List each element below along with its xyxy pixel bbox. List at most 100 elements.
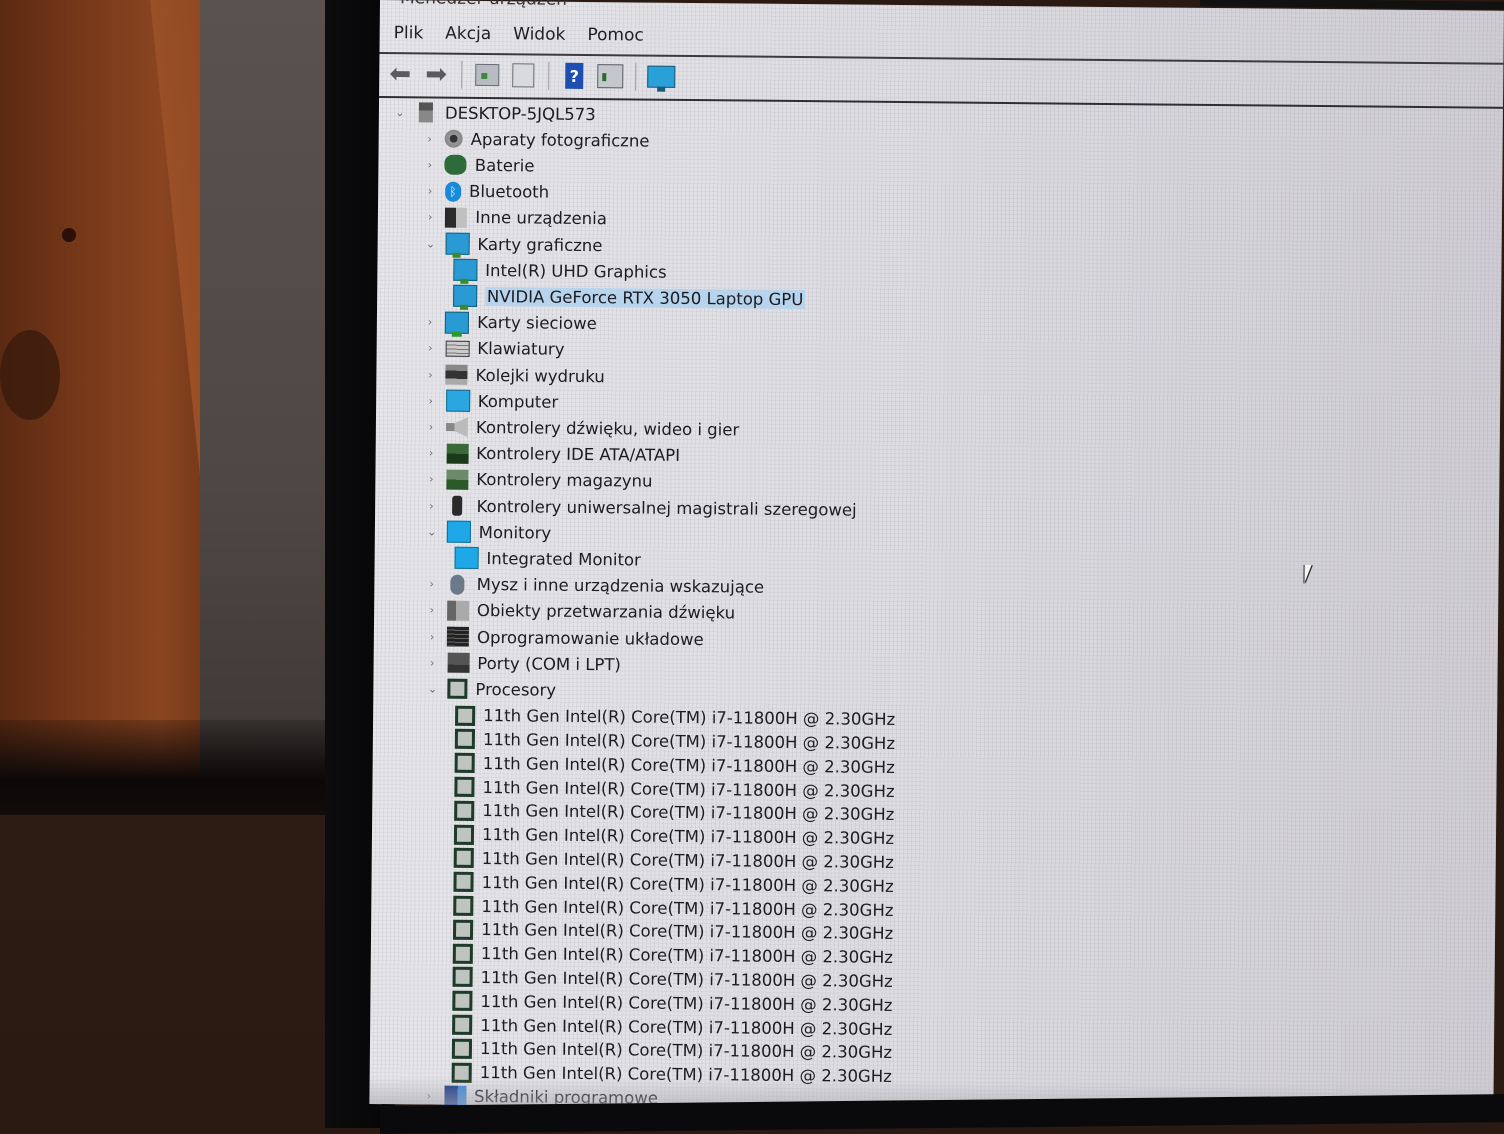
tree-root-label: DESKTOP-5JQL573 [444,103,596,124]
tree-category[interactable]: › Klawiatury [423,336,565,361]
display-adapter-icon [452,285,478,308]
chevron-right-icon[interactable]: › [423,316,437,329]
chevron-right-icon[interactable]: › [425,578,439,591]
tree-category[interactable]: › Baterie [423,153,535,178]
tree-category[interactable]: › Karty sieciowe [423,310,597,336]
tree-category[interactable]: › Kontrolery magazynu [424,467,653,493]
tree-category[interactable]: › Aparaty fotograficzne [423,127,650,153]
chevron-right-icon[interactable]: › [423,185,437,198]
monitor-icon [454,547,479,570]
tree-category[interactable]: › Obiekty przetwarzania dźwięku [425,598,735,625]
tree-category[interactable]: ⌄ Karty graficzne [423,231,603,257]
category-label: Kontrolery IDE ATA/ATAPI [476,444,681,465]
category-label: Karty graficzne [477,234,603,255]
bluetooth-icon: ᛒ [444,181,462,202]
tree-category[interactable]: › Oprogramowanie układowe [425,624,704,651]
category-label: Kontrolery magazynu [476,470,653,491]
tree-category[interactable]: ⌄ Procesory [425,677,556,702]
category-label: Monitory [478,522,552,543]
processor-icon [455,705,476,726]
processor-icon [454,800,475,821]
firmware-icon [446,626,470,647]
tree-category[interactable]: › Inne urządzenia [423,205,607,231]
chevron-down-icon[interactable]: ⌄ [423,237,437,250]
device-label: 11th Gen Intel(R) Core(TM) i7-11800H @ 2… [480,991,893,1015]
chevron-right-icon[interactable]: › [423,211,437,224]
arrow-right-icon: ➡ [425,59,448,90]
tree-category[interactable]: ⌄ Monitory [425,520,552,545]
tree-root-computer[interactable]: ⌄ DESKTOP-5JQL573 [393,100,596,126]
tree-device[interactable]: Integrated Monitor [454,546,641,572]
desk-surface [0,815,360,1128]
device-label: 11th Gen Intel(R) Core(TM) i7-11800H @ 2… [480,944,894,968]
battery-icon [444,155,467,176]
processor-icon [454,729,476,750]
tree-device[interactable]: NVIDIA GeForce RTX 3050 Laptop GPU [452,284,806,311]
menu-file[interactable]: Plik [394,23,424,43]
scan-hardware-button[interactable] [646,63,676,91]
forward-button[interactable]: ➡ [421,59,451,90]
chevron-right-icon[interactable]: › [424,447,438,460]
chevron-down-icon[interactable]: ⌄ [425,525,439,538]
computer-tower-icon [418,102,434,123]
chevron-right-icon[interactable]: › [424,499,438,512]
tree-device[interactable]: Intel(R) UHD Graphics [453,258,667,284]
audio-processing-icon [446,600,469,621]
tree-category[interactable]: › Kontrolery uniwersalnej magistrali szer… [424,493,857,521]
console-tree-icon [475,63,500,87]
device-label: 11th Gen Intel(R) Core(TM) i7-11800H @ 2… [479,1039,893,1063]
other-devices-icon [445,207,468,228]
tree-category[interactable]: › Kolejki wydruku [423,362,605,388]
mouse-icon [450,574,465,595]
printer-icon [445,364,468,385]
tree-category[interactable]: › Kontrolery dźwięku, wideo i gier [424,415,740,442]
category-label: Baterie [474,155,535,176]
device-label: 11th Gen Intel(R) Core(TM) i7-11800H @ 2… [480,1015,893,1039]
tree-category[interactable]: › Mysz i inne urządzenia wskazujące [425,572,765,599]
device-label: NVIDIA GeForce RTX 3050 Laptop GPU [484,286,806,309]
processor-icon [447,679,468,700]
menu-help[interactable]: Pomoc [587,25,644,46]
chevron-right-icon[interactable]: › [424,420,438,433]
chevron-right-icon[interactable]: › [423,368,437,381]
toolbar: ⬅ ➡ ? [379,51,1504,109]
menu-action[interactable]: Akcja [445,24,491,44]
category-label: Mysz i inne urządzenia wskazujące [476,575,765,597]
tree-category[interactable]: › Porty (COM i LPT) [425,651,621,677]
chevron-right-icon[interactable]: › [424,394,438,407]
device-label: 11th Gen Intel(R) Core(TM) i7-11800H @ 2… [480,967,893,991]
chevron-right-icon[interactable]: › [423,158,437,171]
tree-category[interactable]: › Kontrolery IDE ATA/ATAPI [424,441,680,467]
processor-icon [453,871,474,893]
menu-view[interactable]: Widok [513,24,565,45]
ports-icon [447,652,470,674]
processor-icon [452,943,474,964]
chevron-down-icon[interactable]: ⌄ [425,682,439,695]
action-pane-icon [597,64,624,89]
back-button[interactable]: ⬅ [385,59,415,89]
category-label: Komputer [477,391,559,412]
device-label: 11th Gen Intel(R) Core(TM) i7-11800H @ 2… [482,729,896,753]
category-label: Procesory [475,679,557,700]
action-pane-button[interactable] [595,62,625,90]
properties-icon [512,63,535,88]
wood-knot [0,330,60,420]
console-tree-button[interactable] [472,61,502,89]
chevron-right-icon[interactable]: › [423,132,437,145]
chevron-right-icon[interactable]: › [423,342,437,355]
chevron-down-icon[interactable]: ⌄ [393,106,407,119]
processor-icon [453,895,474,916]
chevron-right-icon[interactable]: › [425,630,439,643]
help-button[interactable]: ? [559,62,589,90]
chevron-right-icon[interactable]: › [424,473,438,486]
device-label: Integrated Monitor [486,548,641,570]
chevron-right-icon[interactable]: › [425,604,439,617]
category-label: Kontrolery dźwięku, wideo i gier [475,417,740,440]
tree-category[interactable]: › ᛒ Bluetooth [423,179,549,204]
processor-icon [454,776,475,797]
processor-icon [452,967,473,988]
properties-button[interactable] [508,61,538,89]
tree-category[interactable]: › Komputer [424,389,559,414]
wood-knot [62,228,76,242]
chevron-right-icon[interactable]: › [425,656,439,669]
